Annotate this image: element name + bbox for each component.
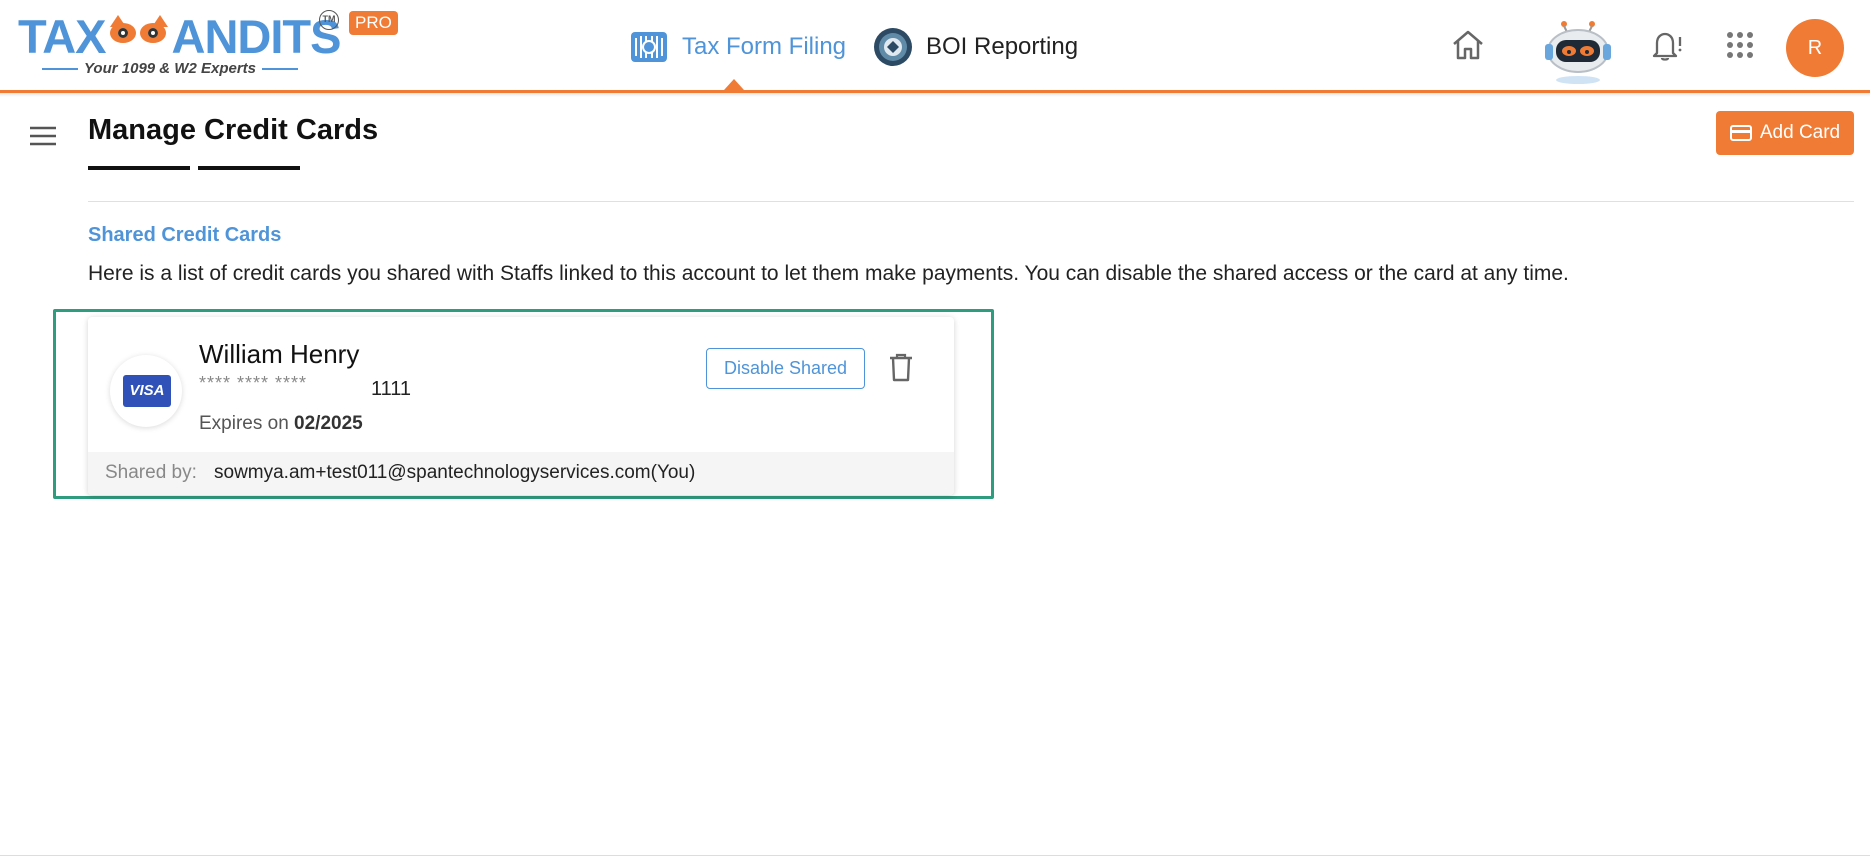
logo-tagline: Your 1099 & W2 Experts	[20, 60, 320, 77]
section-title: Shared Credit Cards	[88, 224, 282, 246]
bell-icon[interactable]	[1647, 27, 1683, 63]
logo-wordmark: TAX ANDITS	[18, 10, 341, 63]
card-masked-number: **** **** ****	[199, 373, 308, 393]
shared-credit-card: VISA William Henry **** **** **** 1111 E…	[88, 317, 954, 495]
home-icon[interactable]	[1450, 27, 1486, 63]
credit-card-icon	[1729, 125, 1752, 141]
card-shared-by-footer: Shared by: sowmya.am+test011@spantechnol…	[88, 452, 954, 495]
active-nav-indicator	[724, 79, 744, 90]
title-underline	[88, 166, 190, 170]
shared-by-email: sowmya.am+test011@spantechnologyservices…	[214, 462, 696, 483]
section-divider	[88, 201, 1854, 202]
hamburger-menu-icon[interactable]	[28, 124, 58, 148]
card-last-four: 1111	[371, 378, 412, 400]
nav-boi-reporting-label: BOI Reporting	[926, 32, 1079, 60]
delete-trash-icon[interactable]	[888, 352, 914, 382]
card-holder-name: William Henry	[199, 339, 360, 369]
nav-tax-form-filing-label: Tax Form Filing	[682, 32, 847, 60]
boi-seal-icon	[874, 27, 912, 66]
irs-eagle-icon	[631, 31, 667, 62]
owl-icon	[106, 15, 172, 55]
robot-assistant-icon[interactable]	[1542, 18, 1614, 86]
card-expiry-value: 02/2025	[294, 413, 363, 434]
taxbandits-logo[interactable]: TAX ANDITS TM PRO Your 1099 & W2 Experts	[18, 6, 408, 84]
pro-badge: PRO	[349, 11, 398, 35]
add-card-button[interactable]: Add Card	[1716, 111, 1854, 155]
shared-by-label: Shared by:	[105, 462, 197, 483]
title-underline	[198, 166, 300, 170]
header-shadow	[0, 93, 1870, 97]
nav-boi-reporting[interactable]: BOI Reporting	[872, 0, 1078, 93]
add-card-label: Add Card	[1759, 122, 1841, 143]
card-brand-circle: VISA	[110, 355, 182, 427]
apps-grid-icon[interactable]	[1722, 27, 1758, 63]
visa-logo-icon: VISA	[123, 375, 171, 407]
trademark-badge: TM	[319, 10, 339, 30]
user-avatar[interactable]: R	[1786, 19, 1844, 77]
card-expiry: Expires on 02/2025	[199, 413, 363, 434]
top-header: TAX ANDITS TM PRO Your 1099 & W2 Experts …	[0, 0, 1870, 93]
disable-shared-button[interactable]: Disable Shared	[706, 348, 865, 389]
section-description: Here is a list of credit cards you share…	[88, 262, 1569, 285]
page-title: Manage Credit Cards	[88, 114, 379, 146]
